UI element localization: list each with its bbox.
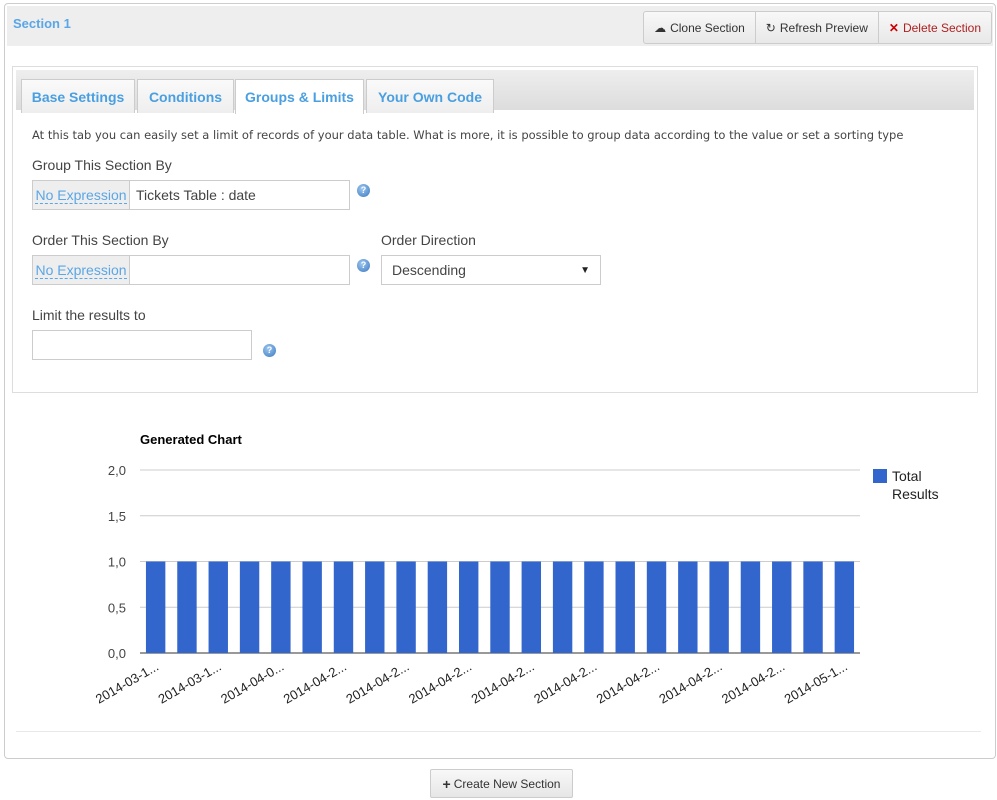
- order-direction-value: Descending: [392, 262, 466, 278]
- group-by-input[interactable]: Tickets Table : date: [130, 180, 350, 210]
- x-tick-label: 2014-04-2...: [469, 659, 537, 707]
- legend-swatch: [873, 469, 887, 483]
- y-tick-label: 1,0: [108, 555, 126, 570]
- x-tick-label: 2014-04-2...: [719, 659, 787, 707]
- y-tick-label: 1,5: [108, 509, 126, 524]
- bar[interactable]: [646, 561, 667, 654]
- x-tick-label: 2014-04-0...: [218, 659, 286, 707]
- order-direction-label: Order Direction: [381, 232, 476, 248]
- settings-panel: Base Settings Conditions Groups & Limits…: [12, 66, 978, 393]
- x-tick-label: 2014-03-1...: [93, 659, 161, 707]
- x-tick-label: 2014-04-2...: [656, 659, 724, 707]
- limit-help-icon[interactable]: ?: [263, 344, 276, 357]
- y-tick-label: 2,0: [108, 463, 126, 478]
- legend-label: Results: [892, 486, 939, 502]
- refresh-icon: ↻: [765, 20, 776, 35]
- bar[interactable]: [145, 561, 166, 654]
- generated-chart: Generated Chart 0,0 0,5 1,0 1,5 2,0 2014-03-…: [93, 432, 939, 707]
- x-tick-label: 2014-04-2...: [594, 659, 662, 707]
- clone-section-label: Clone Section: [670, 20, 745, 35]
- cloud-icon: ☁: [654, 20, 667, 35]
- delete-section-label: Delete Section: [902, 20, 981, 35]
- order-direction-select[interactable]: Descending ▼: [381, 255, 601, 285]
- x-tick-label: 2014-05-1...: [782, 659, 850, 707]
- tab-base-settings[interactable]: Base Settings: [21, 79, 135, 113]
- tab-bar: Base Settings Conditions Groups & Limits…: [16, 70, 974, 114]
- y-tick-label: 0,0: [108, 646, 126, 661]
- delete-section-button[interactable]: ✕ Delete Section: [877, 11, 992, 44]
- plus-icon: +: [442, 775, 451, 792]
- x-tick-label: 2014-04-2...: [531, 659, 599, 707]
- close-icon: ✕: [888, 20, 899, 35]
- x-tick-label: 2014-04-2...: [406, 659, 474, 707]
- group-by-expression-link[interactable]: No Expression: [35, 187, 127, 204]
- bar[interactable]: [365, 561, 385, 654]
- bar[interactable]: [333, 561, 354, 654]
- bar[interactable]: [615, 561, 635, 654]
- y-tick-label: 0,5: [108, 600, 126, 615]
- limit-input[interactable]: [32, 330, 252, 360]
- chevron-down-icon: ▼: [580, 264, 590, 276]
- x-tick-label: 2014-03-1...: [156, 659, 224, 707]
- create-new-section-label: Create New Section: [453, 776, 561, 791]
- group-by-label: Group This Section By: [32, 157, 172, 173]
- chart-container: Generated Chart 0,0 0,5 1,0 1,5 2,0 2014-03-…: [0, 420, 997, 720]
- tab-your-own-code[interactable]: Your Own Code: [366, 79, 494, 113]
- chart-title: Generated Chart: [140, 432, 243, 447]
- bar[interactable]: [396, 561, 416, 654]
- bar[interactable]: [772, 561, 792, 654]
- section-title: Section 1: [13, 16, 71, 31]
- refresh-preview-label: Refresh Preview: [779, 20, 868, 35]
- bar[interactable]: [552, 561, 573, 654]
- x-tick-label: 2014-04-2...: [343, 659, 411, 707]
- limit-label: Limit the results to: [32, 307, 146, 323]
- order-by-expression-addon: No Expression: [32, 255, 130, 285]
- bar[interactable]: [584, 561, 604, 654]
- bar[interactable]: [427, 561, 448, 654]
- bar[interactable]: [302, 561, 322, 654]
- section-header: Section 1 ☁ Clone Section ↻ Refresh Prev…: [7, 6, 993, 46]
- bar[interactable]: [834, 561, 855, 654]
- create-new-section-button[interactable]: + Create New Section: [430, 769, 573, 798]
- bar[interactable]: [740, 561, 761, 654]
- bar[interactable]: [709, 561, 729, 654]
- bar[interactable]: [239, 561, 260, 654]
- section-actions: ☁ Clone Section ↻ Refresh Preview ✕ Dele…: [643, 11, 992, 44]
- order-by-input[interactable]: [130, 255, 350, 285]
- bar[interactable]: [803, 561, 823, 654]
- bar[interactable]: [271, 561, 291, 654]
- bar[interactable]: [458, 561, 479, 654]
- section-divider: [16, 731, 981, 732]
- bar[interactable]: [208, 561, 228, 654]
- order-by-label: Order This Section By: [32, 232, 169, 248]
- order-by-field: No Expression: [32, 255, 350, 285]
- group-by-expression-addon: No Expression: [32, 180, 130, 210]
- group-by-field: No Expression Tickets Table : date: [32, 180, 350, 210]
- bar[interactable]: [678, 561, 698, 654]
- group-by-help-icon[interactable]: ?: [357, 184, 370, 197]
- bar[interactable]: [177, 561, 197, 654]
- clone-section-button[interactable]: ☁ Clone Section: [643, 11, 756, 44]
- refresh-preview-button[interactable]: ↻ Refresh Preview: [754, 11, 879, 44]
- order-by-expression-link[interactable]: No Expression: [35, 262, 127, 279]
- bar[interactable]: [521, 561, 542, 654]
- x-tick-label: 2014-04-2...: [281, 659, 349, 707]
- tab-conditions[interactable]: Conditions: [137, 79, 234, 113]
- bar[interactable]: [490, 561, 510, 654]
- order-by-help-icon[interactable]: ?: [357, 259, 370, 272]
- tab-description: At this tab you can easily set a limit o…: [32, 128, 904, 142]
- tab-groups-limits[interactable]: Groups & Limits: [235, 79, 364, 114]
- legend-label: Total: [892, 468, 922, 484]
